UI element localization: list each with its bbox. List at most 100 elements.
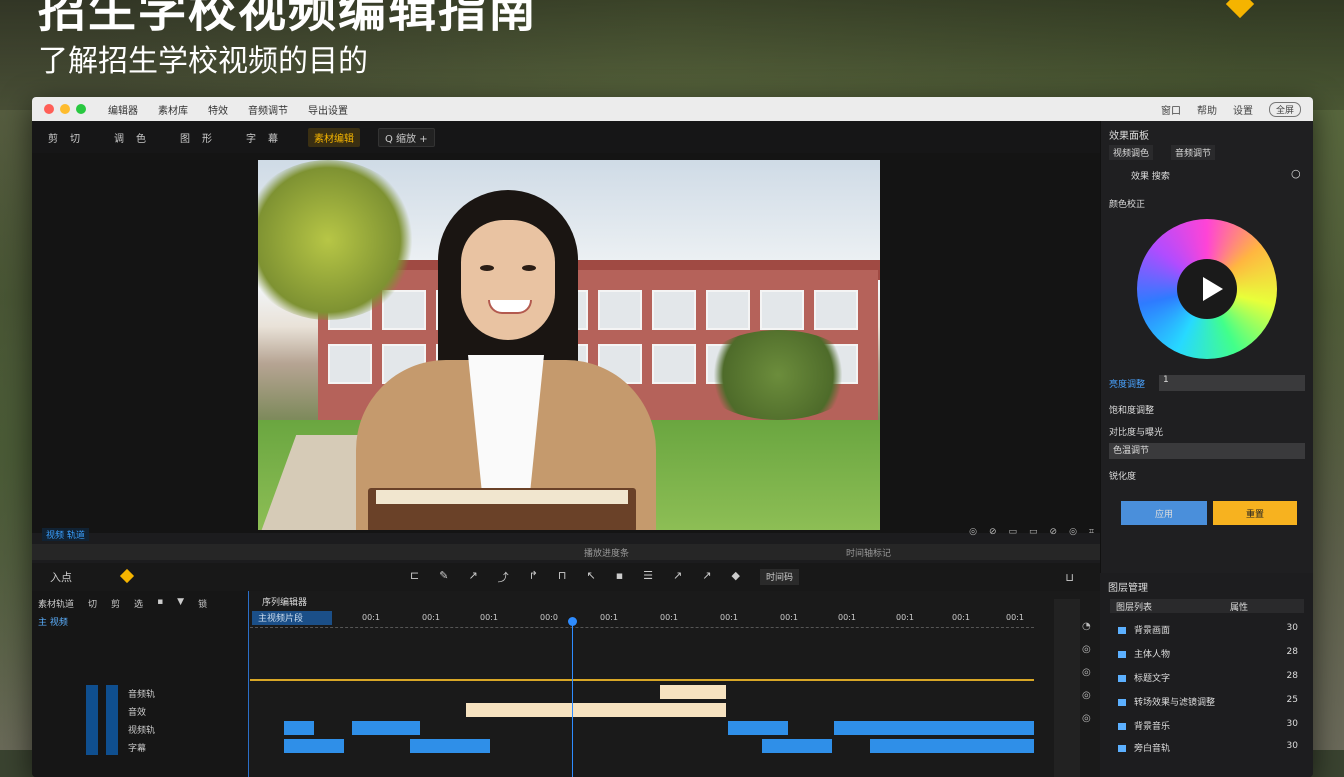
video-clip[interactable] [284,721,314,735]
timeline-icon[interactable]: ◔ [1082,621,1091,632]
layer-item[interactable]: 旁白音轨 30 [1118,741,1298,754]
view-icon[interactable]: ⊘ [989,527,997,537]
subheadline: 了解招生学校视频的目的 [38,44,368,79]
search-icon[interactable]: ○ [1291,167,1301,180]
fullscreen-toggle[interactable]: 全屏 [1268,102,1301,117]
edit-tool-icon[interactable]: ✎ [439,569,448,585]
video-clip[interactable] [728,721,788,735]
zoom-control[interactable]: Q 缩放 + [378,127,435,147]
tool-button[interactable]: 字 [246,130,256,145]
edit-tool-icon[interactable]: ☰ [643,569,653,585]
view-icon[interactable]: ◎ [1069,527,1077,537]
menu-item[interactable]: 素材库 [158,102,188,117]
layers-title: 图层管理 [1108,583,1148,594]
tool-button[interactable]: 形 [202,130,212,145]
view-icon[interactable]: ▭ [1029,527,1038,537]
timeline-icon[interactable]: ◎ [1082,644,1091,655]
close-button[interactable] [44,104,54,114]
edit-tool-icon[interactable]: ↖ [586,569,595,585]
tool-group-text: 字 幕 [246,130,278,145]
scrub-bar[interactable]: 播放进度条 时间轴标记 [32,544,1100,560]
timeline-scrollbar[interactable] [1054,599,1080,777]
tool-button[interactable]: 调 [114,130,124,145]
track-lock-column[interactable] [86,685,98,755]
view-icon[interactable]: ◎ [969,527,977,537]
view-icon[interactable]: ⌗ [1089,527,1094,537]
video-viewer [32,153,1100,533]
track-tab[interactable]: 切 [88,597,97,610]
menu-item[interactable]: 音频调节 [248,102,288,117]
menu-item[interactable]: 特效 [208,102,228,117]
edit-tool-icon[interactable]: ↱ [529,569,538,585]
subtitle-clip[interactable] [284,739,344,753]
edit-tool-icon[interactable]: ↗ [468,569,477,585]
track-badge[interactable]: 视频 轨道 [42,527,89,541]
edit-tool-icon[interactable]: ⤴ [498,569,509,585]
layer-item[interactable]: 转场效果与滤镜调整 25 [1118,695,1298,708]
track-tab[interactable]: ▪ [157,597,163,610]
track-tab[interactable]: 剪 [111,597,120,610]
brightness-label: 亮度调整 [1109,380,1146,390]
video-frame[interactable] [258,160,880,530]
time-ruler[interactable]: 00:1 00:1 00:1 00:0 00:1 00:1 00:1 00:1 … [250,613,1034,628]
color-wheel[interactable] [1137,219,1277,359]
reset-button[interactable]: 重置 [1213,501,1297,525]
timecode-button[interactable]: 时间码 [759,569,799,585]
tab-video-color[interactable]: 视频调色 [1109,145,1154,160]
timeline-icon[interactable]: ◎ [1082,713,1091,724]
timeline-body[interactable]: 序列编辑器 主视频片段 00:1 00:1 00:1 00:0 00:1 00:… [250,591,1034,777]
brightness-field[interactable]: 1 [1159,375,1305,391]
tool-button[interactable]: 切 [70,130,80,145]
video-clip[interactable] [834,721,1034,735]
layer-item[interactable]: 标题文字 28 [1118,671,1298,684]
track-tab[interactable]: 选 [134,597,143,610]
snap-icon[interactable]: ⊔ [1065,571,1074,584]
layer-item[interactable]: 背景画面 30 [1118,623,1298,636]
track-mute-column[interactable] [106,685,118,755]
section-label: 颜色校正 [1109,200,1146,210]
apply-button[interactable]: 应用 [1121,501,1207,525]
audio-clip[interactable] [660,685,726,699]
tool-button[interactable]: 色 [136,130,146,145]
menu-item[interactable]: 编辑器 [108,102,138,117]
layer-item[interactable]: 背景音乐 30 [1118,719,1298,732]
timeline-icon[interactable]: ◎ [1082,690,1091,701]
layer-item[interactable]: 主体人物 28 [1118,647,1298,660]
settings-icon[interactable]: 设置 [1233,102,1253,117]
play-icon[interactable] [1203,277,1223,301]
edit-tool-icon[interactable]: ⊓ [558,569,567,585]
edit-tool-icon[interactable]: ⊏ [410,569,419,585]
help-menu[interactable]: 帮助 [1197,102,1217,117]
menu-item[interactable]: 导出设置 [308,102,348,117]
playhead[interactable] [568,617,577,777]
active-tool-button[interactable]: 素材编辑 [308,127,360,147]
subtitle-clip[interactable] [762,739,832,753]
tool-button[interactable]: 剪 [48,130,58,145]
layer-icon [1118,651,1126,658]
timeline-icon[interactable]: ◎ [1082,667,1091,678]
track-tab[interactable]: ▼ [177,597,184,610]
video-clip[interactable] [352,721,420,735]
tool-button[interactable]: 幕 [268,130,278,145]
in-point-button[interactable]: 入点 [50,569,72,585]
maximize-button[interactable] [76,104,86,114]
subtitle-clip[interactable] [410,739,490,753]
tool-button[interactable]: 图 [180,130,190,145]
keyframe-icon[interactable] [119,568,135,584]
tab-audio[interactable]: 音频调节 [1171,145,1216,160]
edit-tool-icon[interactable]: ◆ [731,569,739,585]
view-icon[interactable]: ▭ [1008,527,1017,537]
track-tab[interactable]: 素材轨道 [38,597,74,610]
audio-clip[interactable] [466,703,726,717]
viewer-icons: ◎ ⊘ ▭ ▭ ⊘ ◎ ⌗ [969,527,1094,537]
color-temp-field[interactable]: 色温调节 [1109,443,1305,459]
editor-window: 编辑器 素材库 特效 音频调节 导出设置 窗口 帮助 设置 全屏 剪 切 调 色… [32,97,1313,777]
subtitle-clip[interactable] [870,739,1034,753]
window-menu[interactable]: 窗口 [1161,102,1181,117]
view-icon[interactable]: ⊘ [1050,527,1058,537]
edit-tool-icon[interactable]: ↗ [702,569,711,585]
track-tab[interactable]: 锁 [198,597,207,610]
edit-tool-icon[interactable]: ▪ [616,569,623,585]
edit-tool-icon[interactable]: ↗ [673,569,682,585]
minimize-button[interactable] [60,104,70,114]
